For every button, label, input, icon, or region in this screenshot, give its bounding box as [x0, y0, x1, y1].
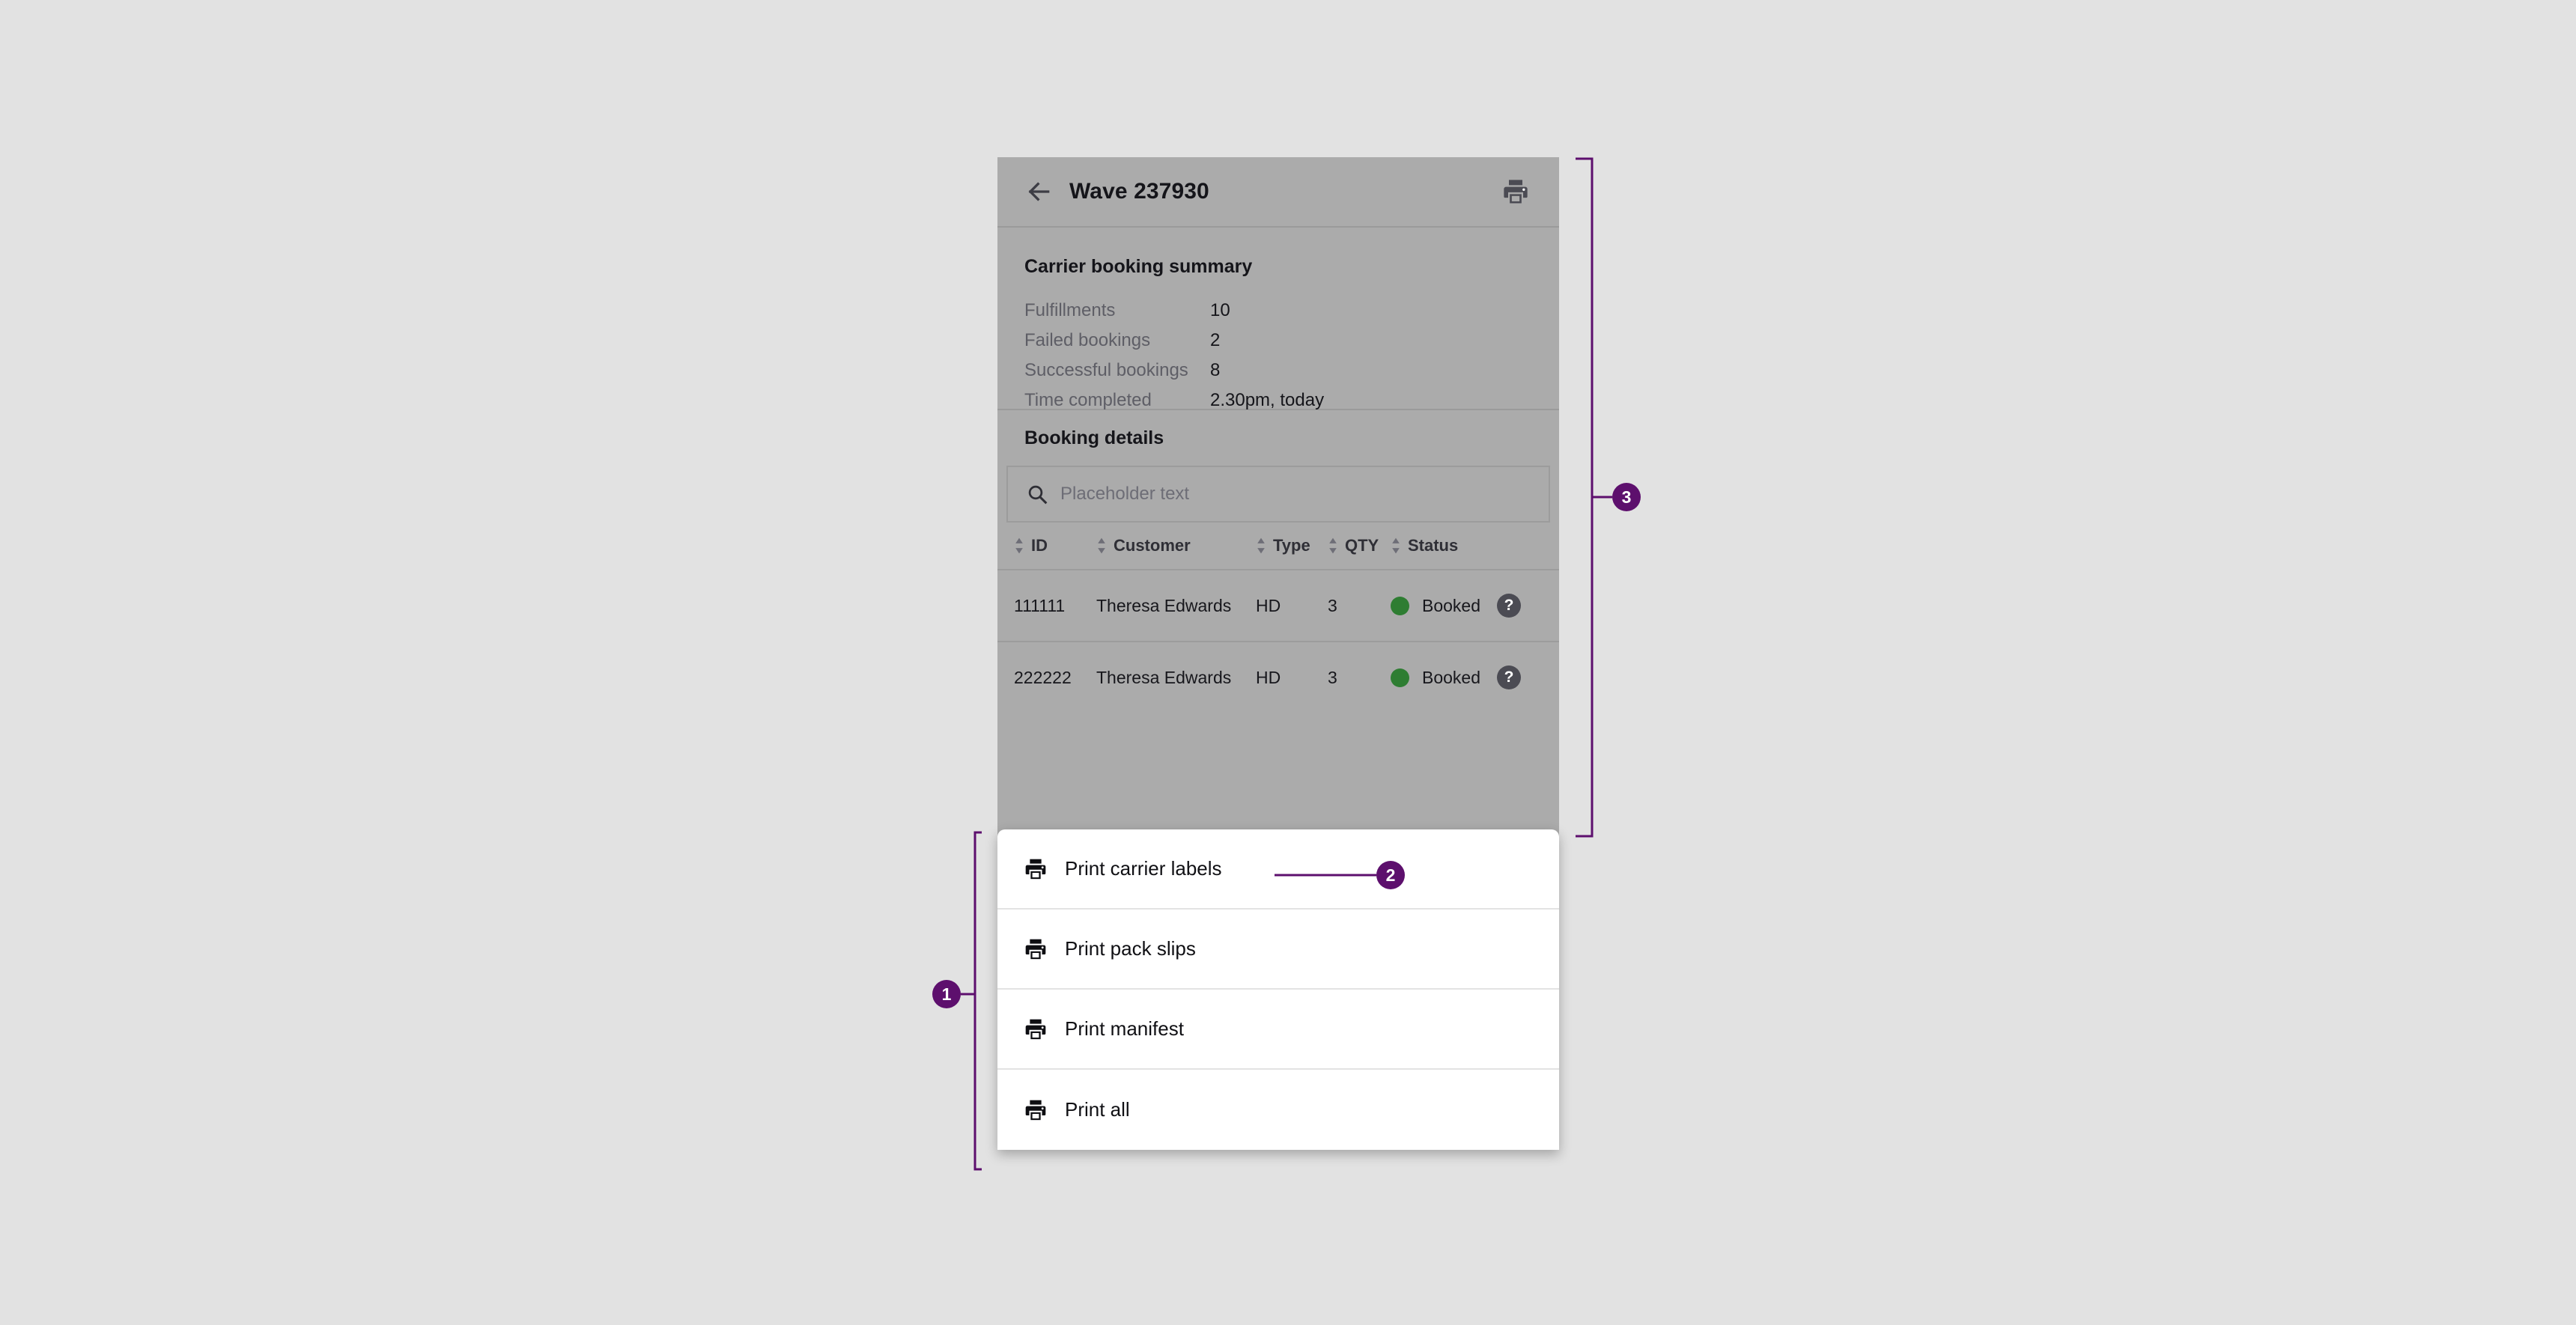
column-header-label: Status: [1408, 536, 1458, 555]
status-dot-icon: [1391, 668, 1409, 687]
menu-item-label: Print manifest: [1065, 1017, 1184, 1041]
search-field[interactable]: [1006, 466, 1550, 523]
print-pack-slips-item[interactable]: Print pack slips: [997, 910, 1559, 990]
column-header-label: Type: [1273, 536, 1310, 555]
annotation-marker-2: 2: [1376, 861, 1405, 889]
column-header-status[interactable]: Status: [1391, 536, 1488, 555]
carrier-booking-summary: Carrier booking summary Fulfillments 10 …: [997, 228, 1559, 410]
screenshot-canvas: Wave 237930 Carrier booking summary Fulf…: [0, 0, 2576, 1325]
table-header-row: ID Customer Type QTY: [997, 523, 1559, 569]
printer-icon: [1023, 936, 1048, 962]
cell-type: HD: [1256, 668, 1328, 688]
summary-title: Carrier booking summary: [1024, 256, 1532, 278]
annotation-bracket-1: [975, 832, 982, 1169]
column-header-label: ID: [1031, 536, 1048, 555]
column-header-label: Customer: [1114, 536, 1191, 555]
status-badge: Booked: [1422, 596, 1480, 616]
column-header-type[interactable]: Type: [1256, 536, 1328, 555]
sort-updown-icon: [1096, 537, 1107, 555]
cell-customer: Theresa Edwards: [1096, 596, 1256, 616]
summary-label: Fulfillments: [1024, 300, 1210, 321]
summary-row: Successful bookings 8: [1024, 360, 1532, 381]
cell-qty: 3: [1328, 668, 1391, 688]
summary-value: 2.30pm, today: [1210, 390, 1324, 411]
annotation-marker-3: 3: [1612, 483, 1641, 511]
help-question-icon[interactable]: ?: [1497, 665, 1521, 689]
table-row[interactable]: 111111 Theresa Edwards HD 3 Booked ?: [997, 569, 1559, 641]
search-icon: [1026, 483, 1048, 505]
menu-item-label: Print pack slips: [1065, 937, 1196, 960]
column-header-id[interactable]: ID: [1014, 536, 1096, 555]
cell-type: HD: [1256, 596, 1328, 616]
booking-details-title: Booking details: [1024, 427, 1164, 449]
status-dot-icon: [1391, 597, 1409, 615]
print-all-item[interactable]: Print all: [997, 1070, 1559, 1150]
sort-updown-icon: [1256, 537, 1266, 555]
print-menu-panel: Print carrier labels Print pack slips Pr…: [997, 829, 1559, 1150]
summary-value: 8: [1210, 360, 1220, 381]
printer-icon: [1023, 1017, 1048, 1042]
printer-icon: [1023, 856, 1048, 882]
cell-status: Booked ?: [1391, 594, 1525, 618]
print-manifest-item[interactable]: Print manifest: [997, 990, 1559, 1070]
back-arrow-icon[interactable]: [1024, 177, 1053, 206]
column-header-label: QTY: [1345, 536, 1379, 555]
annotation-marker-1: 1: [932, 980, 961, 1008]
cell-customer: Theresa Edwards: [1096, 668, 1256, 688]
table-row[interactable]: 222222 Theresa Edwards HD 3 Booked ?: [997, 641, 1559, 713]
summary-label: Time completed: [1024, 390, 1210, 411]
sort-updown-icon: [1328, 537, 1338, 555]
summary-value: 2: [1210, 330, 1220, 351]
page-title: Wave 237930: [1069, 179, 1209, 204]
column-header-qty[interactable]: QTY: [1328, 536, 1391, 555]
summary-label: Failed bookings: [1024, 330, 1210, 351]
summary-value: 10: [1210, 300, 1230, 321]
cell-id: 222222: [1014, 668, 1096, 688]
printer-icon[interactable]: [1501, 177, 1531, 207]
menu-item-label: Print carrier labels: [1065, 857, 1222, 880]
annotation-bracket-3: [1576, 159, 1592, 836]
help-question-icon[interactable]: ?: [1497, 594, 1521, 618]
column-header-customer[interactable]: Customer: [1096, 536, 1256, 555]
cell-id: 111111: [1014, 596, 1096, 616]
status-badge: Booked: [1422, 668, 1480, 688]
print-carrier-labels-item[interactable]: Print carrier labels: [997, 829, 1559, 910]
summary-label: Successful bookings: [1024, 360, 1210, 381]
summary-row: Failed bookings 2: [1024, 330, 1532, 351]
summary-row: Time completed 2.30pm, today: [1024, 390, 1532, 411]
cell-status: Booked ?: [1391, 665, 1525, 689]
printer-icon: [1023, 1097, 1048, 1123]
sort-updown-icon: [1391, 537, 1401, 555]
summary-row: Fulfillments 10: [1024, 300, 1532, 321]
sort-updown-icon: [1014, 537, 1024, 555]
panel-header: Wave 237930: [997, 157, 1559, 228]
booking-details-header: Booking details: [997, 410, 1559, 466]
search-input[interactable]: [1060, 484, 1531, 505]
wave-detail-panel: Wave 237930 Carrier booking summary Fulf…: [997, 157, 1559, 838]
menu-item-label: Print all: [1065, 1098, 1130, 1121]
cell-qty: 3: [1328, 596, 1391, 616]
